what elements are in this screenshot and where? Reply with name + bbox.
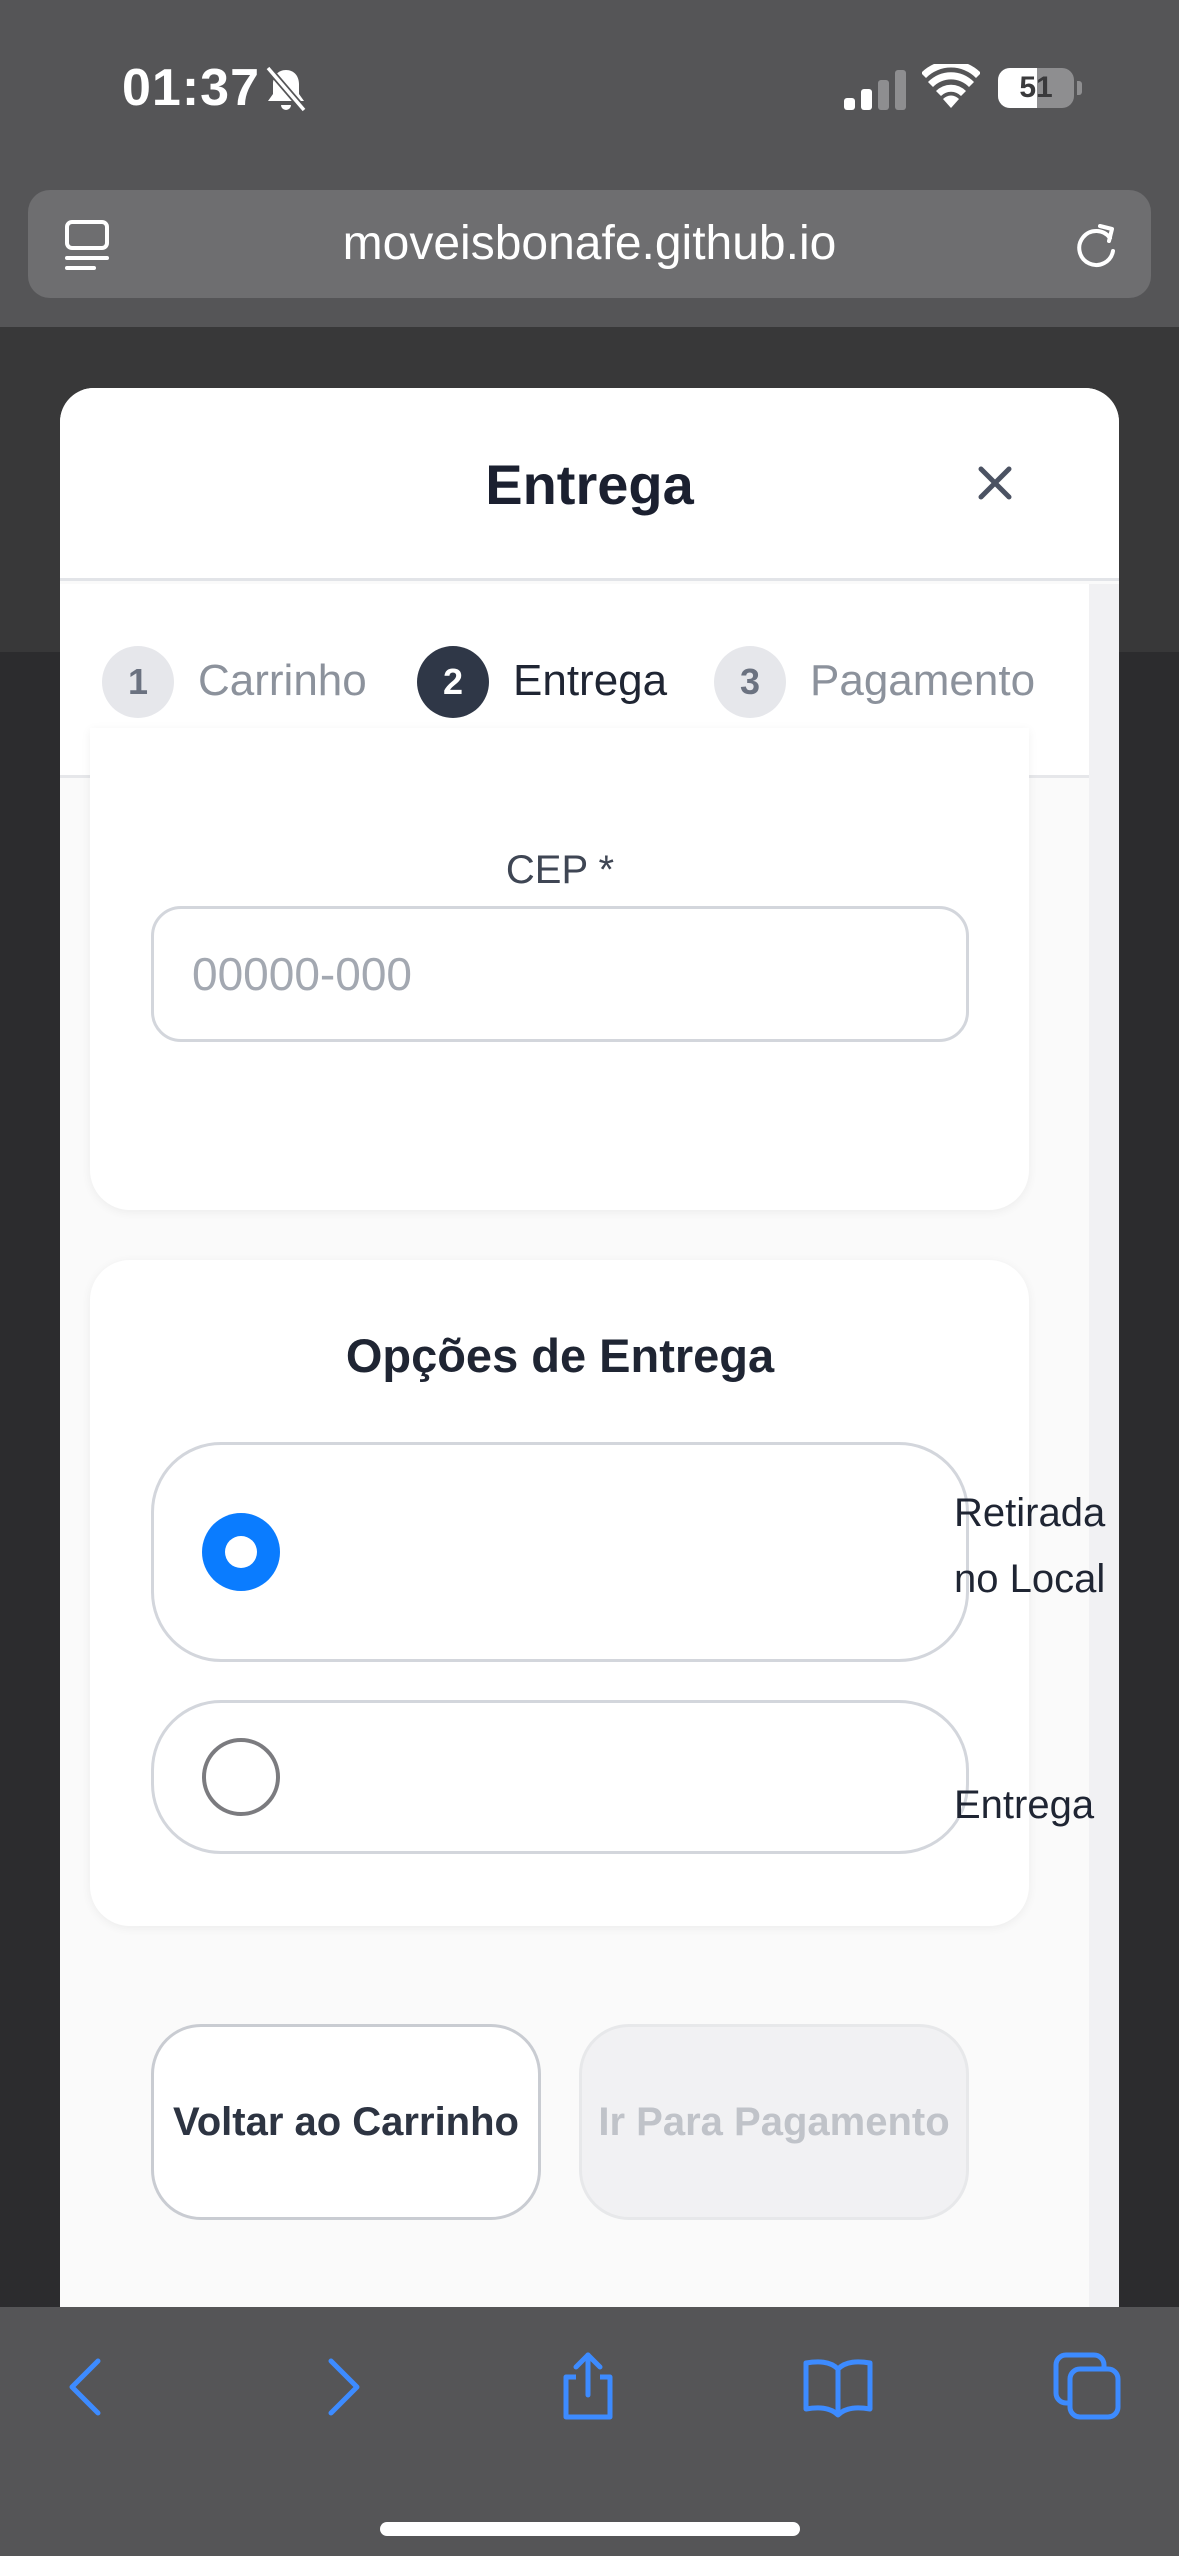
scrollbar-track[interactable] [1089, 584, 1119, 2307]
status-time: 01:37 [122, 59, 260, 117]
step-number: 2 [417, 646, 489, 718]
go-to-payment-button[interactable]: Ir Para Pagamento [579, 2024, 969, 2220]
browser-address-area: moveisbonafe.github.io [0, 175, 1179, 327]
browser-toolbar [0, 2307, 1179, 2556]
cep-input[interactable] [151, 906, 969, 1042]
back-to-cart-button[interactable]: Voltar ao Carrinho [151, 2024, 541, 2220]
reload-icon[interactable] [1070, 218, 1122, 272]
option-label-retirada: Retirada no Local [954, 1491, 1106, 1601]
radio-unselected[interactable] [202, 1738, 280, 1816]
status-bar: 01:37 51 [0, 0, 1179, 175]
url-text: moveisbonafe.github.io [342, 217, 837, 270]
bell-slash-icon [265, 65, 307, 113]
step-number: 3 [714, 646, 786, 718]
home-indicator [380, 2522, 800, 2536]
close-icon[interactable] [960, 448, 1030, 518]
wifi-icon [922, 64, 980, 108]
delivery-options-title: Opções de Entrega [345, 1329, 775, 1382]
back-icon[interactable] [52, 2351, 124, 2423]
radio-selected[interactable] [202, 1513, 280, 1591]
battery-level: 51 [1019, 71, 1053, 104]
battery-icon: 51 [998, 68, 1082, 108]
cellular-signal-icon [844, 70, 906, 110]
option-entrega[interactable] [151, 1700, 969, 1854]
step-number: 1 [102, 646, 174, 718]
cep-label: CEP * [505, 848, 615, 892]
modal-header: Entrega [60, 388, 1119, 581]
tabs-icon[interactable] [1052, 2351, 1124, 2423]
option-label-entrega: Entrega [954, 1783, 1095, 1827]
bookmarks-icon[interactable] [802, 2351, 874, 2423]
forward-icon[interactable] [305, 2351, 377, 2423]
address-bar[interactable]: moveisbonafe.github.io [28, 190, 1151, 298]
delivery-modal: Entrega 1 Carrinho 2 Entrega 3 Pagamento… [60, 388, 1119, 2307]
option-retirada-no-local[interactable] [151, 1442, 969, 1662]
share-icon[interactable] [552, 2351, 624, 2423]
